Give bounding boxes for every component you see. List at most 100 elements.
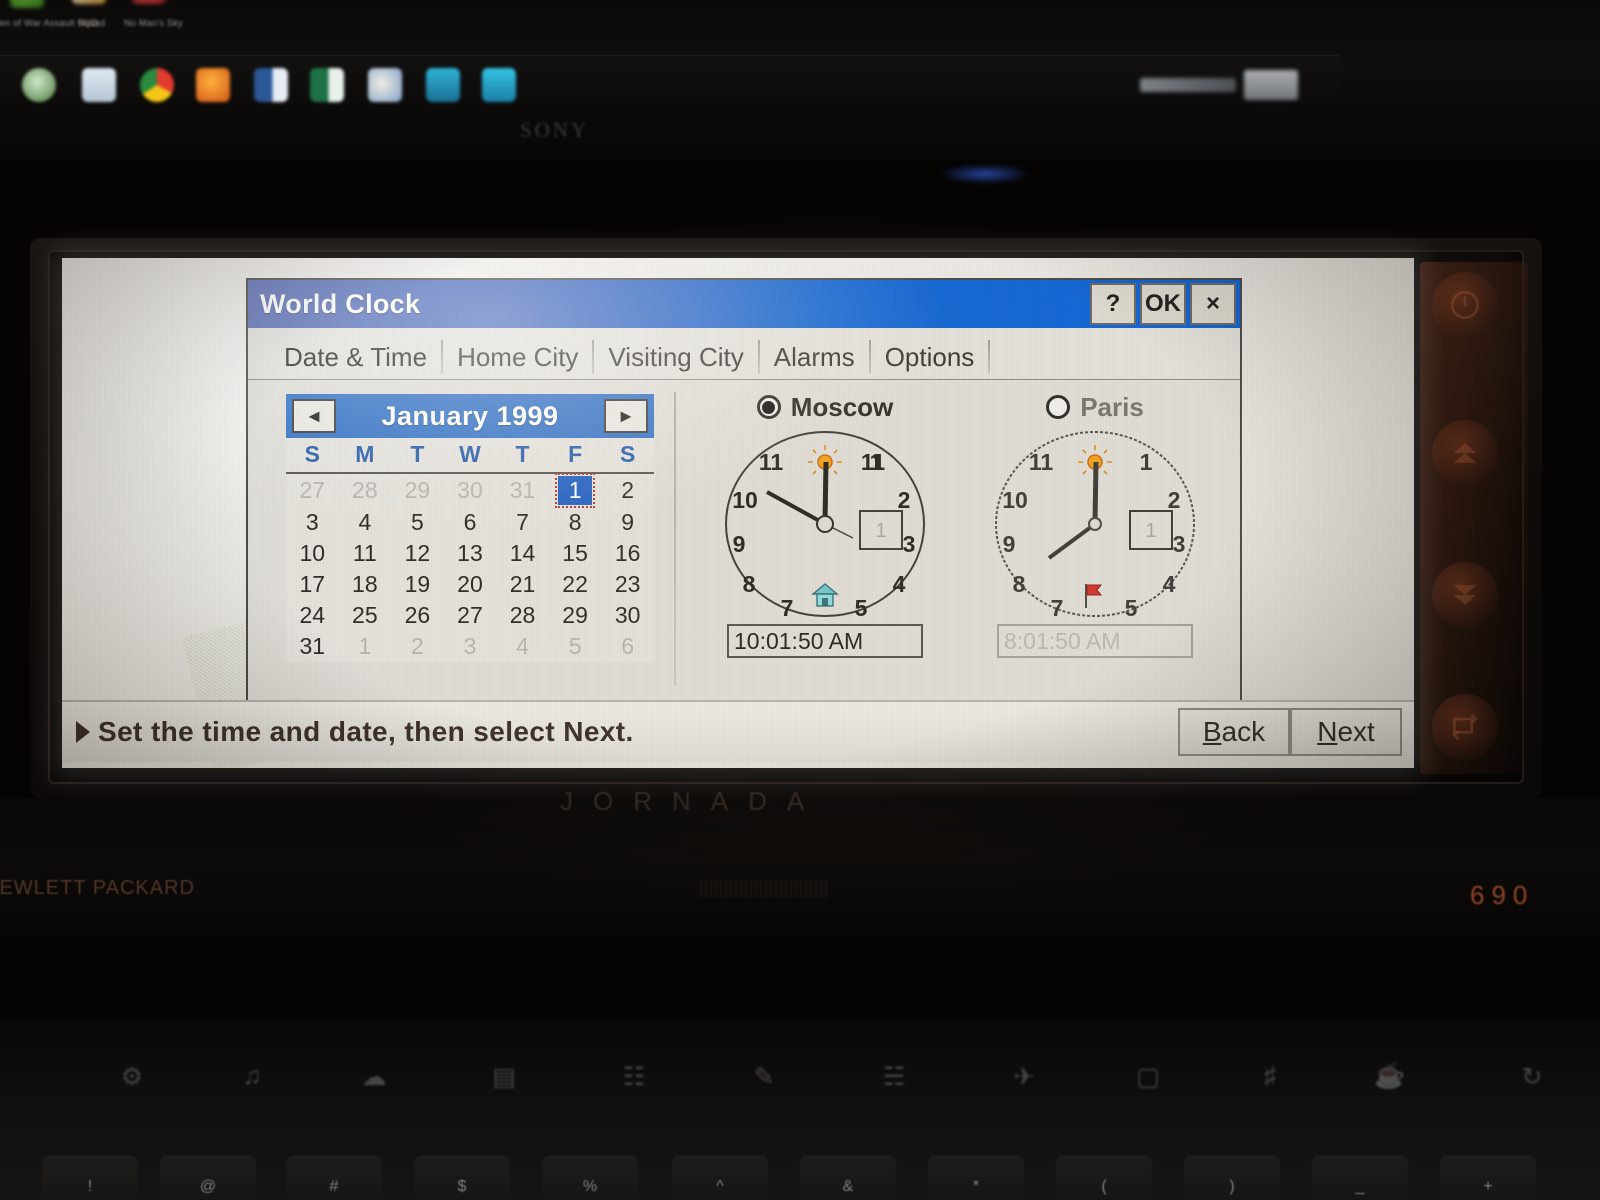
ok-button[interactable]: OK [1140,283,1186,325]
keyboard-key[interactable]: ! [42,1156,138,1200]
fn-key-icon[interactable]: ⚙ [110,1062,154,1100]
sync-icon[interactable] [1432,694,1498,760]
calendar-day-cell[interactable]: 12 [391,538,444,569]
fn-key-icon[interactable]: ☷ [612,1062,656,1100]
help-button[interactable]: ? [1090,283,1136,325]
taskbar-chrome-icon[interactable] [140,68,174,102]
calendar-day-cell[interactable]: 11 [339,538,392,569]
visiting-city-radio-row[interactable]: Paris [1046,390,1144,424]
calendar-day-cell[interactable]: 18 [339,569,392,600]
prev-month-button[interactable]: ◄ [292,399,336,433]
calendar-day-cell[interactable]: 24 [286,600,339,631]
taskbar-paint-icon[interactable] [368,68,402,102]
tab-visiting-city[interactable]: Visiting City [594,338,761,379]
calendar-day-cell[interactable]: 20 [444,569,497,600]
fn-key-icon[interactable]: ☵ [872,1062,916,1100]
calendar-day-cell[interactable]: 4 [496,631,549,662]
desktop-icon-2[interactable] [72,0,106,4]
home-city-radio-row[interactable]: Moscow [756,390,893,424]
calendar-selected-day[interactable]: 1 [555,473,596,508]
keyboard-key[interactable]: ^ [672,1156,768,1200]
calendar-day-cell[interactable]: 7 [496,507,549,538]
visiting-date-in-dial[interactable]: 1 [1129,510,1173,550]
calendar-day-cell[interactable]: 29 [391,473,444,507]
taskbar-firefox-icon[interactable] [196,68,230,102]
calendar-day-cell[interactable]: 8 [549,507,602,538]
tray-clock[interactable] [1244,70,1298,100]
taskbar-notepad-icon[interactable] [82,68,116,102]
keyboard-key[interactable]: $ [414,1156,510,1200]
keyboard-key[interactable]: + [1440,1156,1536,1200]
home-date-in-dial[interactable]: 1 [859,510,903,550]
calendar-day-cell[interactable]: 26 [391,600,444,631]
taskbar-utorrent-icon[interactable] [22,68,56,102]
keyboard-key[interactable]: % [542,1156,638,1200]
fn-key-icon[interactable]: ↻ [1510,1062,1554,1100]
calendar-day-cell[interactable]: 14 [496,538,549,569]
keyboard-key[interactable]: * [928,1156,1024,1200]
double-chevron-down-icon[interactable] [1432,562,1498,628]
calendar-day-cell[interactable]: 2 [601,473,654,507]
calendar-day-cell[interactable]: 2 [391,631,444,662]
calendar-day-cell[interactable]: 1 [549,473,602,508]
calendar-day-cell[interactable]: 10 [286,538,339,569]
taskbar-word-icon[interactable] [254,68,288,102]
desktop-icon-3[interactable] [132,0,166,4]
keyboard-key[interactable]: @ [160,1156,256,1200]
fn-key-icon[interactable]: ✎ [742,1062,786,1100]
calendar-day-cell[interactable]: 17 [286,569,339,600]
back-button[interactable]: Back [1178,708,1290,756]
fn-key-icon[interactable]: ♯ [1248,1062,1292,1100]
taskbar-media-icon[interactable] [482,68,516,102]
calendar-day-cell[interactable]: 9 [601,507,654,538]
desktop-icon-1[interactable] [10,0,44,8]
calendar-day-cell[interactable]: 21 [496,569,549,600]
fn-key-icon[interactable]: ▢ [1126,1062,1170,1100]
calendar-day-cell[interactable]: 29 [549,600,602,631]
calendar-day-cell[interactable]: 23 [601,569,654,600]
calendar-day-cell[interactable]: 1 [339,631,392,662]
home-city-radio[interactable] [756,395,781,419]
calendar-day-cell[interactable]: 31 [286,631,339,662]
fn-key-icon[interactable]: ♫ [230,1062,274,1100]
calendar-day-cell[interactable]: 3 [444,631,497,662]
calendar-day-cell[interactable]: 6 [444,507,497,538]
calendar-day-cell[interactable]: 3 [286,507,339,538]
keyboard-key[interactable]: _ [1312,1156,1408,1200]
fn-key-icon[interactable]: ☕ [1368,1062,1412,1100]
taskbar-calculator-icon[interactable] [426,68,460,102]
calendar-day-cell[interactable]: 5 [391,507,444,538]
close-button[interactable]: × [1190,283,1236,325]
tab-alarms[interactable]: Alarms [760,338,871,379]
calendar-day-cell[interactable]: 30 [444,473,497,507]
calendar-day-cell[interactable]: 13 [444,538,497,569]
keyboard-key[interactable]: ) [1184,1156,1280,1200]
calendar-day-cell[interactable]: 25 [339,600,392,631]
power-icon[interactable] [1432,272,1498,338]
calendar-day-cell[interactable]: 28 [496,600,549,631]
tray-icons[interactable] [1140,78,1236,92]
calendar-day-cell[interactable]: 4 [339,507,392,538]
keyboard-key[interactable]: ( [1056,1156,1152,1200]
calendar-day-cell[interactable]: 22 [549,569,602,600]
calendar-day-cell[interactable]: 15 [549,538,602,569]
host-taskbar[interactable] [0,55,1340,115]
tab-date-time[interactable]: Date & Time [270,338,444,379]
double-chevron-up-icon[interactable] [1432,420,1498,486]
calendar-day-cell[interactable]: 27 [444,600,497,631]
visiting-city-radio[interactable] [1046,395,1071,419]
calendar-day-cell[interactable]: 19 [391,569,444,600]
calendar-day-cell[interactable]: 6 [601,631,654,662]
calendar-day-cell[interactable]: 5 [549,631,602,662]
tab-home-city[interactable]: Home City [443,338,595,379]
keyboard-key[interactable]: & [800,1156,896,1200]
next-month-button[interactable]: ► [604,399,648,433]
fn-key-icon[interactable]: ▤ [482,1062,526,1100]
calendar-day-cell[interactable]: 16 [601,538,654,569]
tab-options[interactable]: Options [871,338,991,379]
fn-key-icon[interactable]: ✈ [1002,1062,1046,1100]
calendar-day-cell[interactable]: 30 [601,600,654,631]
home-time-field[interactable]: 10:01:50 AM [727,624,923,658]
fn-key-icon[interactable]: ☁ [352,1062,396,1100]
calendar-day-cell[interactable]: 31 [496,473,549,507]
